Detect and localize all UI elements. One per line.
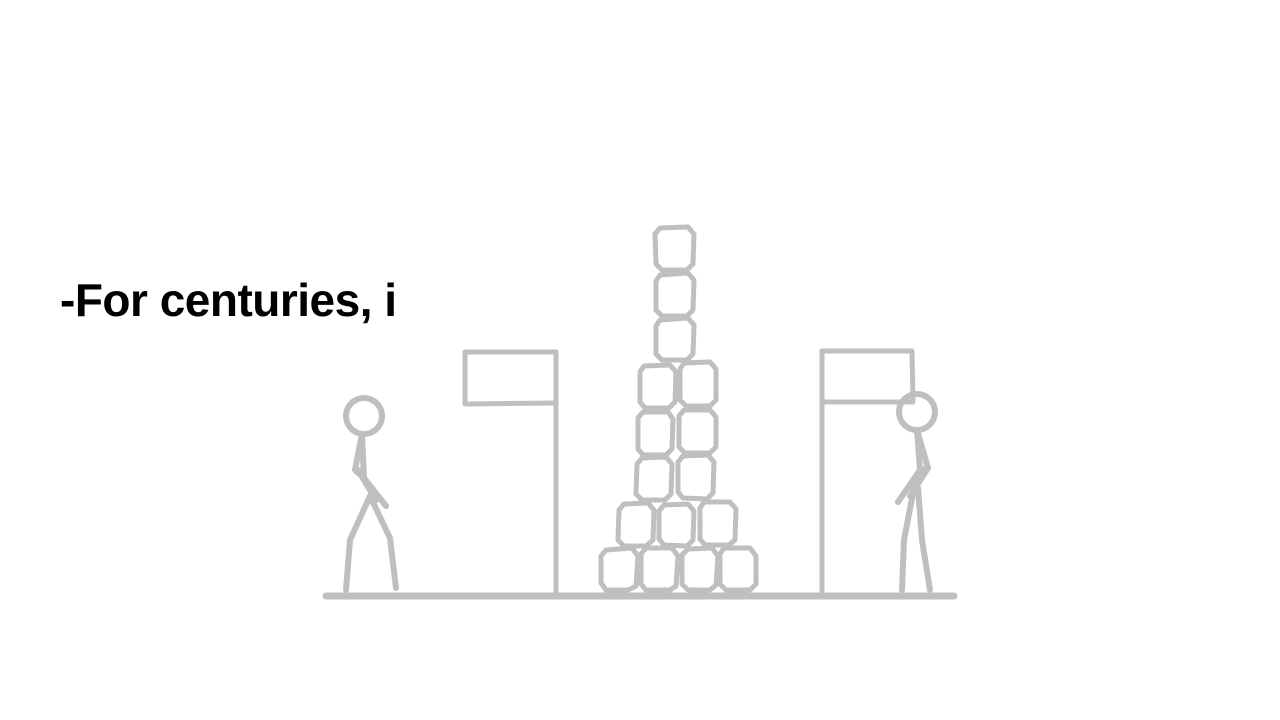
tower-block [633, 454, 675, 503]
right-figure-left-leg [899, 485, 917, 593]
tower-block [653, 270, 697, 319]
tower-block [615, 500, 657, 549]
tower-block [679, 545, 721, 593]
tower-block [638, 545, 681, 593]
tower-block [697, 499, 739, 548]
right-figure-head [896, 391, 938, 433]
slide: -For centuries, i [0, 0, 1280, 720]
block-tower [598, 224, 759, 593]
right-flag [819, 348, 916, 595]
left-figure-left-leg [343, 493, 373, 593]
tower-block [717, 545, 759, 593]
right-flag-banner [819, 348, 916, 405]
left-flag [462, 349, 559, 595]
left-figure-head [343, 395, 385, 437]
left-flag-banner [462, 349, 559, 407]
tower-block [653, 315, 697, 363]
tower-block [675, 452, 717, 502]
right-stick-figure [895, 391, 938, 593]
right-figure-right-leg [915, 485, 933, 593]
tower-block [652, 224, 697, 273]
tower-block [637, 362, 679, 411]
tower-block [656, 501, 697, 549]
tower-block [677, 359, 719, 409]
left-stick-figure [343, 395, 399, 593]
left-figure-right-leg [367, 493, 399, 591]
tower-block [676, 407, 719, 456]
stick-figure-scene [322, 224, 958, 600]
tower-block [598, 545, 641, 593]
right-figure-body [914, 427, 931, 473]
tower-block [635, 409, 676, 458]
